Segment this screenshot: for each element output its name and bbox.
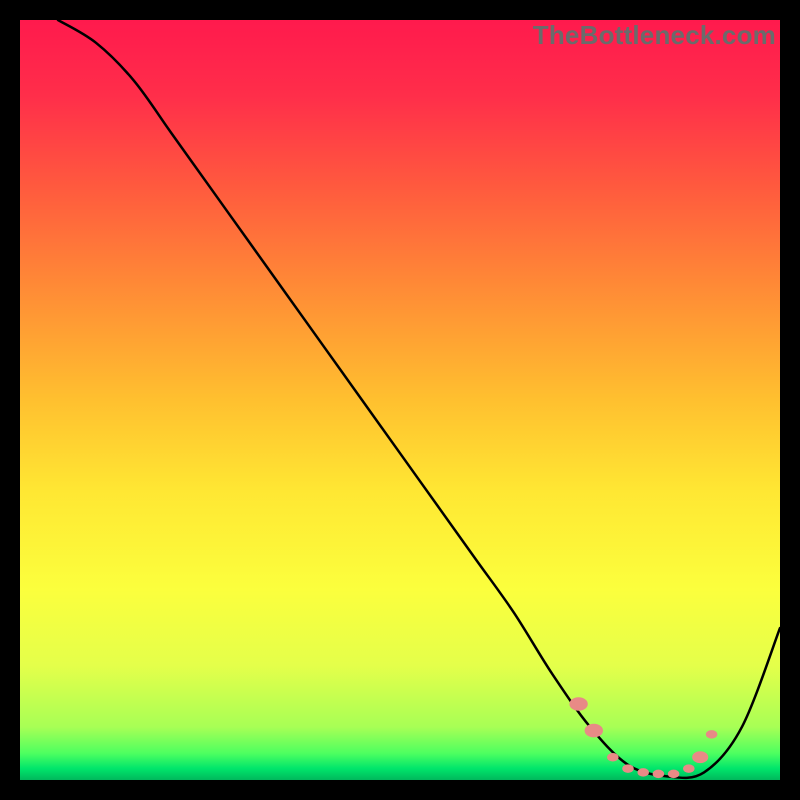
curve-marker <box>607 753 619 762</box>
curve-marker <box>653 770 665 779</box>
curve-marker <box>569 697 587 711</box>
chart-frame: TheBottleneck.com <box>20 20 780 780</box>
curve-marker <box>622 764 634 773</box>
bottleneck-chart <box>20 20 780 780</box>
watermark-label: TheBottleneck.com <box>533 20 776 51</box>
curve-marker <box>585 724 603 738</box>
curve-marker <box>692 751 708 763</box>
curve-marker <box>668 770 680 779</box>
gradient-background <box>20 20 780 780</box>
curve-marker <box>683 764 695 773</box>
curve-marker <box>706 730 718 739</box>
curve-marker <box>637 768 649 777</box>
